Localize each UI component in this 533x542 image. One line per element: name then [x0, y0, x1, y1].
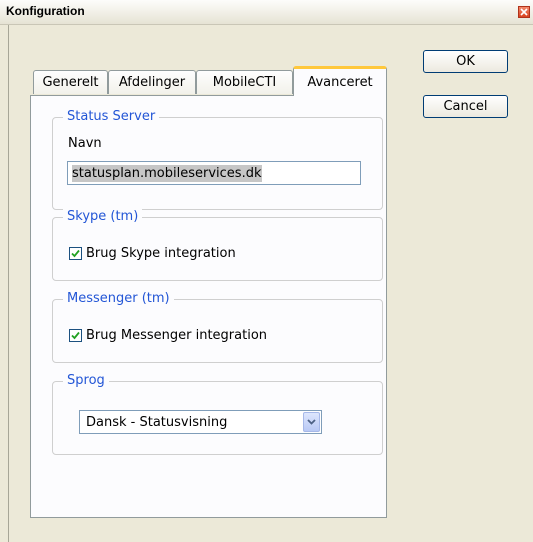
messenger-checkbox-row[interactable]: Brug Messenger integration	[69, 328, 267, 343]
cancel-button[interactable]: Cancel	[423, 95, 508, 118]
close-button[interactable]	[518, 6, 530, 18]
title-bar[interactable]: Konfiguration	[0, 0, 533, 25]
messenger-group: Messenger (tm) Brug Messenger integratio…	[52, 291, 383, 363]
server-name-input[interactable]: statusplan.mobileservices.dk	[67, 161, 361, 185]
tab-generelt[interactable]: Generelt	[33, 70, 108, 94]
tab-mobilecti[interactable]: MobileCTI	[196, 70, 293, 94]
tab-label: Avanceret	[307, 75, 373, 90]
messenger-checkbox[interactable]	[69, 329, 82, 342]
group-title-language: Sprog	[63, 373, 109, 389]
language-group: Sprog Dansk - Statusvisning	[52, 373, 383, 455]
close-icon	[520, 8, 528, 16]
dropdown-arrow-button[interactable]	[303, 412, 320, 432]
group-title-status-server: Status Server	[63, 109, 160, 125]
tab-label: Afdelinger	[118, 75, 186, 90]
language-select[interactable]: Dansk - Statusvisning	[79, 410, 322, 434]
group-title-messenger: Messenger (tm)	[63, 291, 174, 307]
configuration-window: Konfiguration Generelt Afdelinger Mobile…	[0, 0, 533, 542]
tab-label: Generelt	[42, 75, 99, 90]
name-label: Navn	[68, 136, 102, 151]
language-select-value: Dansk - Statusvisning	[86, 415, 228, 430]
check-icon	[71, 249, 80, 258]
check-icon	[71, 331, 80, 340]
skype-checkbox[interactable]	[69, 247, 82, 260]
messenger-checkbox-label: Brug Messenger integration	[86, 328, 268, 343]
chevron-down-icon	[307, 419, 316, 425]
tab-label: MobileCTI	[212, 75, 277, 90]
skype-checkbox-label: Brug Skype integration	[86, 246, 236, 261]
group-title-skype: Skype (tm)	[63, 209, 143, 225]
ok-button[interactable]: OK	[423, 50, 508, 73]
server-name-value: statusplan.mobileservices.dk	[72, 164, 262, 182]
window-left-edge	[0, 25, 9, 542]
tab-panel-avanceret: Status Server Navn statusplan.mobileserv…	[30, 95, 387, 518]
window-title: Konfiguration	[6, 4, 85, 18]
tab-afdelinger[interactable]: Afdelinger	[108, 70, 196, 94]
status-server-group: Status Server Navn statusplan.mobileserv…	[52, 109, 383, 210]
tab-avanceret[interactable]: Avanceret	[293, 66, 387, 96]
skype-group: Skype (tm) Brug Skype integration	[52, 209, 383, 281]
skype-checkbox-row[interactable]: Brug Skype integration	[69, 246, 236, 261]
